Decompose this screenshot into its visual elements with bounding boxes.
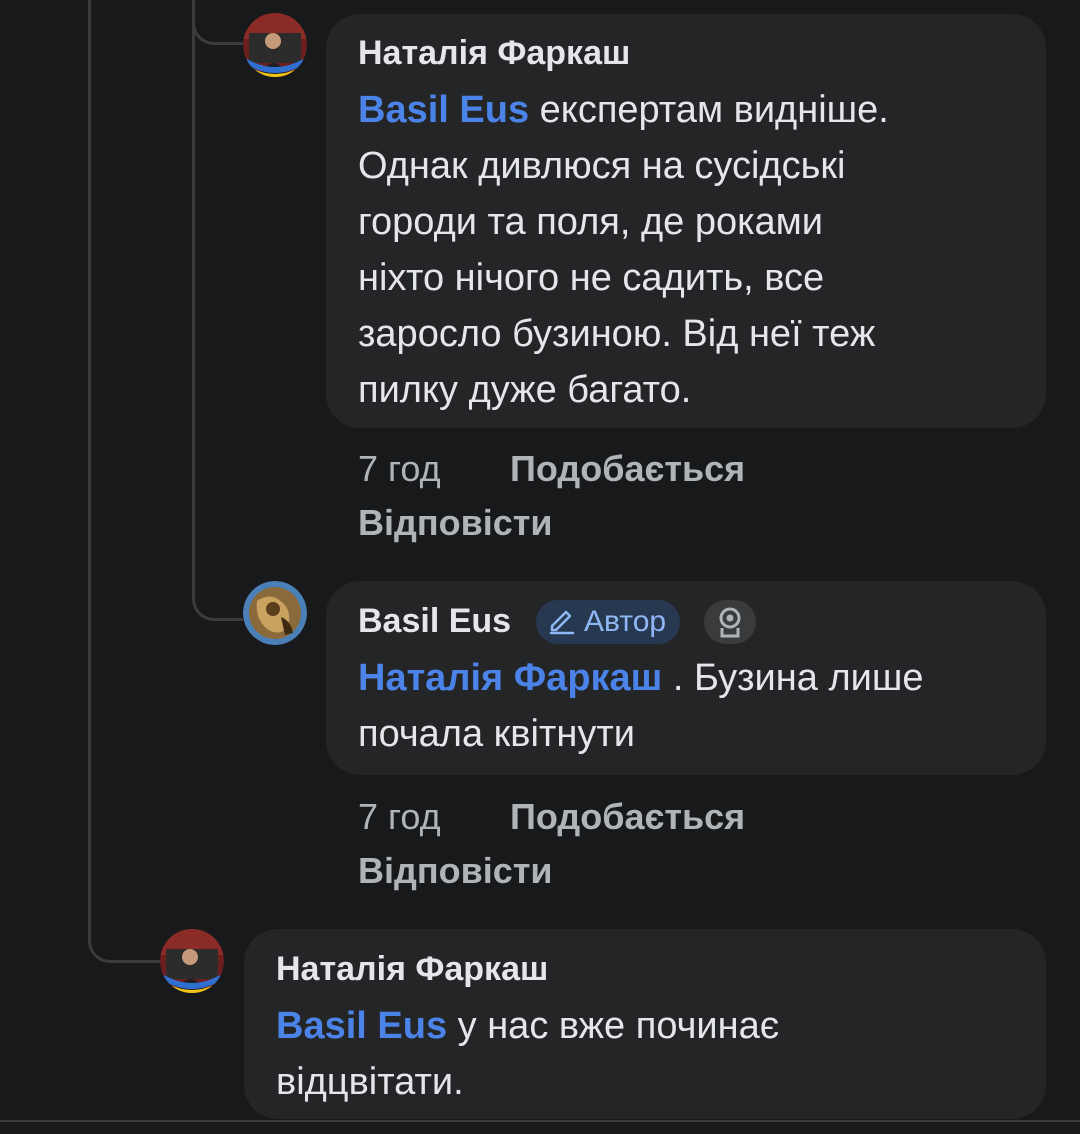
award-badge[interactable] bbox=[704, 600, 756, 644]
reply-button-1[interactable]: Відповісти bbox=[358, 502, 553, 544]
comment-text-2-line-1: . Бузина лише bbox=[662, 657, 924, 699]
avatar-basil[interactable] bbox=[243, 581, 307, 645]
award-icon bbox=[719, 607, 741, 638]
thread-line-outer bbox=[88, 0, 91, 940]
avatar-natalia-image bbox=[243, 13, 307, 77]
comment-text-1-line-1: експертам видніше. bbox=[529, 89, 889, 131]
comment-text-2-line-2: почала квітнути bbox=[358, 713, 635, 755]
comment-text-3: Basil Eus у нас вже починає відцвітати. bbox=[276, 998, 1036, 1110]
like-button-2[interactable]: Подобається bbox=[510, 796, 745, 838]
comment-author-2[interactable]: Basil Eus bbox=[358, 602, 511, 641]
comment-author-3[interactable]: Наталія Фаркаш bbox=[276, 950, 548, 989]
comment-time-1[interactable]: 7 год bbox=[358, 448, 441, 490]
comment-author-1[interactable]: Наталія Фаркаш bbox=[358, 34, 630, 73]
comment-text-1: Basil Eus експертам видніше. Однак дивлю… bbox=[358, 82, 1038, 418]
comment-time-2[interactable]: 7 год bbox=[358, 796, 441, 838]
mention-link-1[interactable]: Basil Eus bbox=[358, 89, 529, 131]
comment-text-1-line-4: ніхто нічого не садить, все bbox=[358, 257, 825, 299]
avatar-natalia-2[interactable] bbox=[160, 929, 224, 993]
comment-text-1-line-3: городи та поля, де роками bbox=[358, 201, 824, 243]
comment-text-3-line-1: у нас вже починає bbox=[447, 1005, 780, 1047]
avatar-natalia[interactable] bbox=[243, 13, 307, 77]
mention-link-2[interactable]: Наталія Фаркаш bbox=[358, 657, 662, 699]
thread-connector-2 bbox=[192, 560, 243, 621]
like-button-1[interactable]: Подобається bbox=[510, 448, 745, 490]
comment-text-2: Наталія Фаркаш . Бузина лише почала квіт… bbox=[358, 650, 1038, 762]
reply-button-2[interactable]: Відповісти bbox=[358, 850, 553, 892]
thread-connector-3 bbox=[88, 900, 161, 963]
comment-text-3-line-2: відцвітати. bbox=[276, 1061, 464, 1103]
comment-text-1-line-6: пилку дуже багато. bbox=[358, 369, 692, 411]
avatar-natalia-2-image bbox=[160, 929, 224, 993]
pencil-icon bbox=[549, 610, 575, 635]
thread-connector-1 bbox=[192, 0, 243, 45]
comment-text-1-line-2: Однак дивлюся на сусідські bbox=[358, 145, 846, 187]
author-badge: Автор bbox=[536, 600, 681, 644]
thread-line-inner bbox=[192, 0, 195, 560]
avatar-basil-image bbox=[243, 581, 307, 645]
author-badge-label: Автор bbox=[584, 605, 667, 638]
bottom-divider bbox=[0, 1120, 1080, 1122]
comment-text-1-line-5: заросло бузиною. Від неї теж bbox=[358, 313, 876, 355]
mention-link-3[interactable]: Basil Eus bbox=[276, 1005, 447, 1047]
